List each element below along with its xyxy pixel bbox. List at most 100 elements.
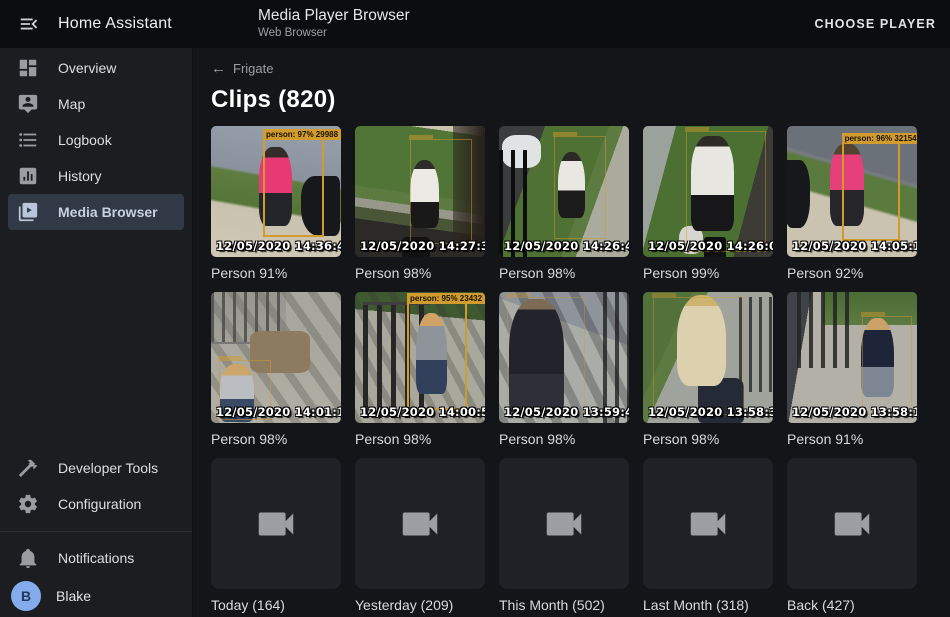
sidebar-item-label: Configuration [58, 496, 141, 512]
detection-box [862, 316, 911, 416]
detection-label: person: 95% 23432 [407, 293, 485, 304]
sidebar-item-label: Developer Tools [58, 460, 158, 476]
sidebar-bottom: Developer Tools Configuration Notificati… [0, 450, 192, 617]
sidebar-item-history[interactable]: History [8, 158, 184, 194]
notifications-label: Notifications [58, 550, 134, 566]
clip-card[interactable]: 12/05/2020 14:26:48 Person 98% [499, 126, 629, 281]
folder-tile [787, 458, 917, 589]
clip-caption: Person 98% [499, 431, 629, 447]
detection-label [218, 356, 242, 361]
sidebar-header: Home Assistant [0, 13, 193, 35]
sidebar-item-notifications[interactable]: Notifications [8, 540, 184, 576]
detection-label [652, 293, 676, 298]
clip-thumbnail: person: 95% 23432 12/05/2020 14:00:52 [355, 292, 485, 423]
tooltip-account-icon [17, 93, 39, 115]
sidebar-item-map[interactable]: Map [8, 86, 184, 122]
app-title: Home Assistant [58, 15, 172, 33]
folder-card-last-month[interactable]: Last Month (318) [643, 458, 773, 613]
video-camera-icon [829, 501, 875, 547]
detection-box [686, 131, 767, 252]
avatar: B [11, 581, 41, 611]
chart-box-icon [17, 165, 39, 187]
clip-thumbnail: 12/05/2020 13:59:49 [499, 292, 629, 423]
clip-card[interactable]: 12/05/2020 13:58:17 Person 91% [787, 292, 917, 447]
clip-card[interactable]: 12/05/2020 13:58:30 Person 98% [643, 292, 773, 447]
detection-label [685, 127, 709, 132]
breadcrumb-back[interactable]: ← Frigate [211, 60, 273, 76]
video-camera-icon [397, 501, 443, 547]
clip-card[interactable]: 12/05/2020 14:01:14 Person 98% [211, 292, 341, 447]
sidebar-item-label: History [58, 168, 102, 184]
clip-card[interactable]: person: 95% 23432 12/05/2020 14:00:52 Pe… [355, 292, 485, 447]
folder-card-back[interactable]: Back (427) [787, 458, 917, 613]
folder-caption: This Month (502) [499, 597, 629, 613]
folder-tile [211, 458, 341, 589]
clip-caption: Person 91% [211, 265, 341, 281]
clip-thumbnail: 12/05/2020 14:26:48 [499, 126, 629, 257]
video-camera-icon [541, 501, 587, 547]
user-profile-item[interactable]: B Blake [8, 576, 184, 615]
sidebar-item-logbook[interactable]: Logbook [8, 122, 184, 158]
detection-box [653, 297, 744, 415]
video-camera-icon [685, 501, 731, 547]
clip-thumbnail: person: 96% 32154 12/05/2020 14:05:17 [787, 126, 917, 257]
page-heading: Clips (820) [211, 86, 950, 114]
choose-player-button[interactable]: CHOOSE PLAYER [814, 17, 936, 31]
clip-caption: Person 98% [499, 265, 629, 281]
user-name: Blake [56, 588, 91, 604]
sidebar-item-media-browser[interactable]: Media Browser [8, 194, 184, 230]
clip-caption: Person 98% [643, 431, 773, 447]
folder-card-this-month[interactable]: This Month (502) [499, 458, 629, 613]
sidebar-item-label: Overview [58, 60, 116, 76]
scene-figure [797, 292, 854, 368]
sidebar-item-overview[interactable]: Overview [8, 50, 184, 86]
detection-label [409, 135, 433, 140]
folder-caption: Last Month (318) [643, 597, 773, 613]
page-subtitle: Web Browser [258, 27, 410, 41]
clip-caption: Person 91% [787, 431, 917, 447]
folder-tile [499, 458, 629, 589]
view-dashboard-icon [17, 57, 39, 79]
scene-figure [603, 292, 629, 423]
sidebar-nav: Overview Map Logbook History Media Brows… [0, 48, 192, 230]
clip-card[interactable]: person: 96% 32154 12/05/2020 14:05:17 Pe… [787, 126, 917, 281]
detection-box: person: 96% 32154 [842, 142, 901, 242]
top-app-bar: Home Assistant Media Player Browser Web … [0, 0, 950, 48]
clip-card[interactable]: 12/05/2020 14:27:35 Person 98% [355, 126, 485, 281]
hammer-icon [17, 457, 39, 479]
sidebar-item-label: Logbook [58, 132, 112, 148]
media-browser-content: ← Frigate Clips (820) person: 97% 29988 … [193, 48, 950, 617]
clip-card[interactable]: 12/05/2020 14:26:07 Person 99% [643, 126, 773, 281]
sidebar: Overview Map Logbook History Media Brows… [0, 48, 193, 617]
detection-box [507, 297, 585, 412]
folder-card-today[interactable]: Today (164) [211, 458, 341, 613]
detection-box: person: 97% 29988 [263, 138, 324, 238]
sidebar-divider [0, 531, 192, 532]
video-camera-icon [253, 501, 299, 547]
clip-timestamp: 12/05/2020 13:59:49 [504, 405, 629, 419]
clip-card[interactable]: person: 97% 29988 12/05/2020 14:36:47 Pe… [211, 126, 341, 281]
sidebar-toggle-button[interactable] [18, 13, 40, 35]
detection-box [554, 136, 606, 238]
media-grid: person: 97% 29988 12/05/2020 14:36:47 Pe… [211, 126, 950, 613]
detection-label [506, 293, 530, 298]
sidebar-item-label: Map [58, 96, 85, 112]
clip-thumbnail: person: 97% 29988 12/05/2020 14:36:47 [211, 126, 341, 257]
sidebar-item-configuration[interactable]: Configuration [8, 486, 184, 522]
detection-label [861, 312, 885, 317]
gear-icon [17, 493, 39, 515]
clip-thumbnail: 12/05/2020 13:58:17 [787, 292, 917, 423]
breadcrumb-label: Frigate [233, 61, 273, 76]
folder-tile [355, 458, 485, 589]
clip-thumbnail: 12/05/2020 13:58:30 [643, 292, 773, 423]
folder-card-yesterday[interactable]: Yesterday (209) [355, 458, 485, 613]
clip-card[interactable]: 12/05/2020 13:59:49 Person 98% [499, 292, 629, 447]
clip-timestamp: 12/05/2020 14:36:47 [216, 239, 341, 253]
sidebar-item-label: Media Browser [58, 204, 158, 220]
clip-timestamp: 12/05/2020 13:58:17 [792, 405, 917, 419]
scene-figure [787, 160, 810, 228]
clip-timestamp: 12/05/2020 14:01:14 [216, 405, 341, 419]
detection-box [410, 139, 472, 244]
clip-caption: Person 98% [355, 431, 485, 447]
sidebar-item-developer-tools[interactable]: Developer Tools [8, 450, 184, 486]
